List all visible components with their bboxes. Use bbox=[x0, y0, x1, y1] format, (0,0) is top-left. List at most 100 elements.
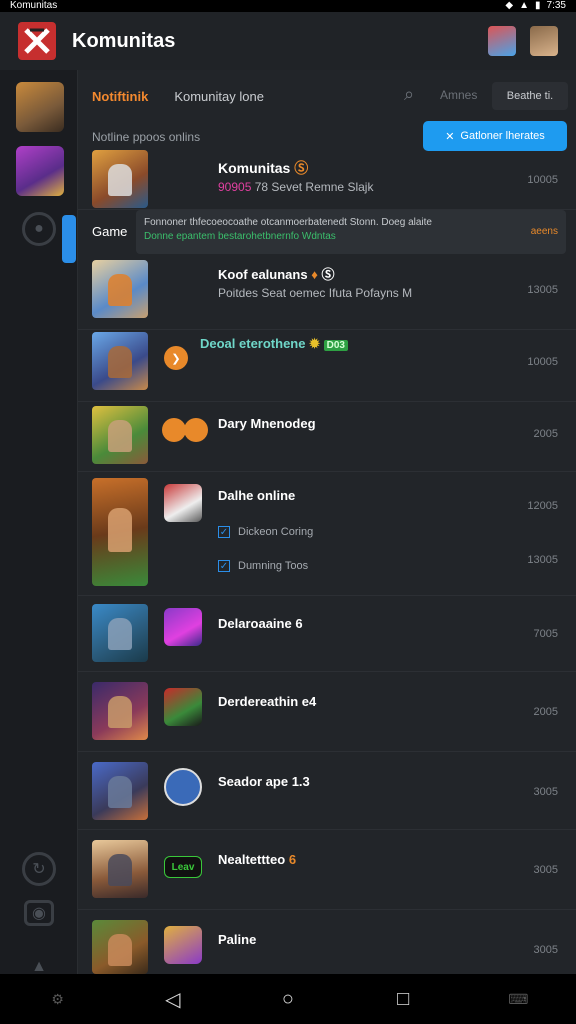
main-panel: Notiftinik Komunitay lone ⌕ Amnes Beathe… bbox=[78, 70, 576, 974]
game-thumbnail bbox=[92, 682, 148, 740]
game-thumbnail bbox=[92, 920, 148, 974]
row-title: Derdereathin e4 bbox=[218, 694, 317, 709]
checkbox-item[interactable]: ✓ Dumning Toos bbox=[218, 560, 308, 572]
notice-banner[interactable]: Fonnoner thfecoeocoathe otcanmoerbatened… bbox=[136, 210, 566, 254]
row-title: Dalhe online bbox=[218, 488, 296, 503]
list-item[interactable]: Komunitas Ⓢ 90905 78 Sevet Remne Slajk 1… bbox=[78, 146, 576, 210]
game-thumbnail bbox=[92, 406, 148, 464]
checkbox-icon[interactable]: ✓ bbox=[218, 526, 230, 538]
notice-count: aeens bbox=[530, 226, 558, 237]
app-title: Komunitas bbox=[72, 29, 176, 52]
list-item[interactable]: Paline 3005 bbox=[78, 910, 576, 974]
primary-action-label: Gatloner lherates bbox=[460, 130, 545, 142]
list-item[interactable]: Delaroaaine 6 7005 bbox=[78, 596, 576, 672]
sun-icon: ✹ bbox=[309, 336, 321, 351]
notice-line-2: Donne epantem bestarohetbnernfo Wdntas bbox=[144, 231, 336, 242]
rail-camera-icon[interactable]: ◉ bbox=[24, 900, 54, 926]
header-avatars bbox=[488, 26, 558, 56]
orange-badge-icon: ❯ bbox=[164, 346, 188, 370]
app-header: Komunitas bbox=[0, 12, 576, 70]
signal-icon: ▲ bbox=[519, 0, 530, 11]
notice-line-1: Fonnoner thfecoeocoathe otcanmoerbatened… bbox=[144, 217, 432, 228]
row-title: Seador ape 1.3 bbox=[218, 774, 310, 789]
list-item[interactable]: Dary Mnenodeg 2005 bbox=[78, 402, 576, 472]
rail-active-indicator bbox=[62, 215, 76, 263]
game-thumbnail bbox=[92, 762, 148, 820]
section-heading: Notline ppoos onlins bbox=[92, 130, 201, 144]
orange-dot-icon bbox=[162, 418, 186, 442]
row-subtitle: Poitdes Seat oemec Ifuta Pofayns M bbox=[218, 286, 413, 300]
row-count: 12005 bbox=[527, 500, 558, 512]
game-thumbnail bbox=[92, 604, 148, 662]
rail-server-1[interactable] bbox=[16, 82, 64, 132]
rail-refresh-icon[interactable]: ↻ bbox=[22, 852, 56, 886]
game-thumbnail bbox=[92, 260, 148, 318]
game-chip bbox=[164, 926, 202, 964]
list-item[interactable]: Dalhe online ✓ Dickeon Coring ✓ Dumning To… bbox=[78, 472, 576, 596]
game-thumbnail bbox=[92, 332, 148, 390]
back-icon[interactable]: ◁ bbox=[153, 979, 193, 1019]
game-chip bbox=[164, 484, 202, 522]
game-chip: Leav bbox=[164, 856, 202, 878]
app-logo-icon[interactable] bbox=[18, 22, 56, 60]
row-title: Koof ealunans ♦ Ⓢ bbox=[218, 267, 335, 282]
row-title: Delaroaaine 6 bbox=[218, 616, 303, 631]
list-item[interactable]: ❯ Deoal eterothene ✹ D03 10005 bbox=[78, 330, 576, 402]
status-icons: ◆ ▲ ▮ 7:35 bbox=[505, 0, 566, 12]
checkbox-item[interactable]: ✓ Dickeon Coring bbox=[218, 526, 313, 538]
row-title: Deoal eterothene ✹ D03 bbox=[200, 336, 348, 352]
rail-server-2[interactable] bbox=[16, 146, 64, 196]
row-count: 13005 bbox=[527, 554, 558, 566]
game-thumbnail bbox=[92, 478, 148, 586]
row-subtitle: 90905 78 Sevet Remne Slajk bbox=[218, 180, 374, 194]
status-app-label: Komunitas bbox=[10, 0, 58, 11]
battery-icon: ▮ bbox=[535, 0, 541, 11]
checkbox-icon[interactable]: ✓ bbox=[218, 560, 230, 572]
row-count: 10005 bbox=[527, 174, 558, 186]
rail-profile-icon[interactable]: ● bbox=[22, 212, 56, 246]
keyboard-icon[interactable]: ⌨ bbox=[498, 979, 538, 1019]
row-title: Komunitas Ⓢ bbox=[218, 160, 309, 176]
wifi-icon: ◆ bbox=[505, 0, 514, 11]
server-rail: ● ↻ ◉ ▲ bbox=[0, 70, 78, 975]
home-icon[interactable]: ○ bbox=[268, 979, 308, 1019]
tab-notifications[interactable]: Notiftinik bbox=[92, 89, 148, 104]
tab-action-button[interactable]: Beathe ti. bbox=[492, 82, 568, 110]
search-label[interactable]: Amnes bbox=[440, 88, 477, 102]
game-chip bbox=[164, 608, 202, 646]
game-label: Game bbox=[92, 224, 128, 239]
game-chip bbox=[164, 768, 202, 806]
status-bar: Komunitas ◆ ▲ ▮ 7:35 bbox=[0, 0, 576, 12]
profile-avatar[interactable] bbox=[488, 26, 516, 56]
list-item[interactable]: Koof ealunans ♦ Ⓢ Poitdes Seat oemec Ifu… bbox=[78, 256, 576, 330]
row-count: 13005 bbox=[527, 284, 558, 296]
assistant-icon[interactable]: ⚙ bbox=[38, 979, 78, 1019]
row-count: 2005 bbox=[533, 706, 558, 718]
game-thumbnail bbox=[92, 150, 148, 208]
shuffle-icon: ✕ bbox=[445, 130, 455, 143]
row-title: Nealtettteo 6 bbox=[218, 852, 297, 867]
search-icon[interactable]: ⌕ bbox=[404, 84, 414, 105]
user-avatar[interactable] bbox=[530, 26, 558, 56]
row-count: 10005 bbox=[527, 356, 558, 368]
list-item[interactable]: Leav Nealtettteo 6 3005 bbox=[78, 830, 576, 910]
recents-icon[interactable]: □ bbox=[383, 979, 423, 1019]
row-badge: D03 bbox=[323, 340, 348, 351]
row-count: 2005 bbox=[533, 428, 558, 440]
row-title: Dary Mnenodeg bbox=[218, 416, 316, 431]
row-count: 3005 bbox=[533, 944, 558, 956]
status-time: 7:35 bbox=[546, 0, 566, 11]
row-count: 3005 bbox=[533, 786, 558, 798]
list-item[interactable]: Seador ape 1.3 3005 bbox=[78, 752, 576, 830]
game-chip bbox=[164, 688, 202, 726]
orange-dot-icon bbox=[184, 418, 208, 442]
row-title: Paline bbox=[218, 932, 257, 947]
system-nav-bar: ⚙ ◁ ○ □ ⌨ bbox=[0, 974, 576, 1024]
coin-icon: Ⓢ bbox=[294, 160, 309, 176]
game-thumbnail bbox=[92, 840, 148, 898]
list-item[interactable]: Derdereathin e4 2005 bbox=[78, 672, 576, 752]
row-count: 3005 bbox=[533, 864, 558, 876]
tab-community[interactable]: Komunitay lone bbox=[174, 89, 264, 104]
row-count: 7005 bbox=[533, 628, 558, 640]
flame-icon: ♦ bbox=[311, 267, 318, 282]
